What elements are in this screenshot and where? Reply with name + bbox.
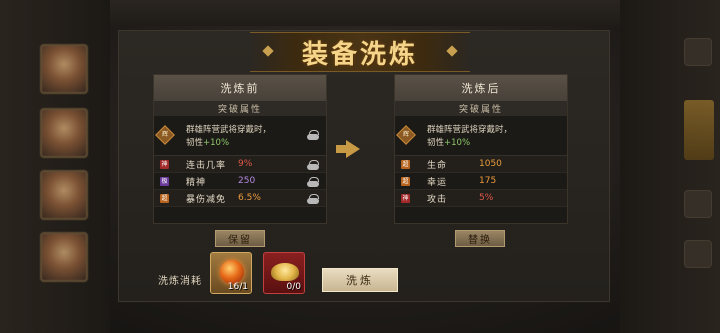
quality-badge-icon: 超 [401, 159, 410, 169]
skill-line: 韧性+10% [427, 138, 471, 148]
after-card: 洗炼后 突破属性 辉 群雄阵营武将穿戴时， 韧性+10% 超 生命 1050 超… [394, 74, 568, 224]
rank-badge-icon: 辉 [396, 125, 416, 145]
arrow-right-icon [346, 140, 360, 158]
skill-line: 群雄阵营武将穿戴时， [427, 125, 513, 135]
page-title: 装备洗炼 [301, 39, 418, 70]
lock-icon[interactable] [306, 160, 320, 170]
side-menu-icon[interactable] [684, 240, 712, 268]
attribute-name: 精神 [186, 177, 207, 188]
quality-badge-icon: 神 [160, 159, 169, 169]
side-menu-icon[interactable] [684, 100, 714, 160]
attribute-row: 极 精神 250 [154, 173, 326, 190]
attribute-value: 9% [238, 159, 253, 169]
diamond-ornament-icon [262, 45, 274, 57]
attribute-row: 超 暴伤减免 6.5% [154, 190, 326, 207]
quality-badge-icon: 超 [401, 176, 410, 186]
quality-badge-icon: 神 [401, 193, 410, 203]
attribute-row: 神 连击几率 9% [154, 156, 326, 173]
attribute-value: 250 [238, 176, 256, 186]
attribute-value: 6.5% [238, 193, 261, 203]
attribute-name: 攻击 [427, 194, 448, 205]
hero-portrait[interactable] [40, 44, 88, 94]
before-card: 洗炼前 突破属性 辉 群雄阵营武将穿戴时， 韧性+10% 神 连击几率 9% 极… [153, 74, 327, 224]
attribute-row: 超 幸运 175 [395, 173, 567, 190]
attribute-value: 1050 [479, 159, 502, 169]
card-subheader: 突破属性 [395, 101, 567, 116]
attribute-name: 幸运 [427, 177, 448, 188]
diamond-ornament-icon [446, 45, 458, 57]
refine-button[interactable]: 洗炼 [322, 268, 398, 292]
attribute-list: 超 生命 1050 超 幸运 175 神 攻击 5% [395, 156, 567, 207]
side-menu-icon[interactable] [684, 38, 712, 66]
replace-button[interactable]: 替换 [455, 230, 505, 247]
lock-icon[interactable] [306, 130, 320, 140]
skill-line: 群雄阵营武将穿戴时， [186, 125, 272, 135]
card-subheader: 突破属性 [154, 101, 326, 116]
skill-description: 群雄阵营武将穿戴时， 韧性+10% [186, 124, 271, 150]
rank-badge-icon: 辉 [155, 125, 175, 145]
skill-row: 辉 群雄阵营武将穿戴时， 韧性+10% [395, 116, 567, 156]
item-count: 0/0 [286, 282, 301, 292]
attribute-row: 超 生命 1050 [395, 156, 567, 173]
card-header: 洗炼后 [395, 75, 567, 101]
card-header: 洗炼前 [154, 75, 326, 101]
gold-ingot-icon [271, 263, 299, 281]
attribute-value: 5% [479, 193, 494, 203]
hero-portrait[interactable] [40, 170, 88, 220]
attribute-list: 神 连击几率 9% 极 精神 250 超 暴伤减免 6.5% [154, 156, 326, 207]
skill-description: 群雄阵营武将穿戴时， 韧性+10% [427, 124, 512, 150]
item-count: 16/1 [227, 282, 248, 292]
hero-portrait[interactable] [40, 108, 88, 158]
attribute-value: 175 [479, 176, 497, 186]
hero-portrait[interactable] [40, 232, 88, 282]
cost-item-slot[interactable]: 16/1 [210, 252, 252, 294]
attribute-name: 暴伤减免 [186, 194, 227, 205]
attribute-name: 连击几率 [186, 160, 227, 171]
fire-orb-icon [220, 260, 244, 284]
lock-icon[interactable] [306, 194, 320, 204]
quality-badge-icon: 超 [160, 193, 169, 203]
keep-button[interactable]: 保留 [215, 230, 265, 247]
skill-line: 韧性+10% [186, 138, 230, 148]
lock-icon[interactable] [306, 177, 320, 187]
skill-row: 辉 群雄阵营武将穿戴时， 韧性+10% [154, 116, 326, 156]
cost-label: 洗炼消耗 [158, 276, 202, 287]
title-banner: 装备洗炼 [250, 32, 470, 72]
quality-badge-icon: 极 [160, 176, 169, 186]
attribute-row: 神 攻击 5% [395, 190, 567, 207]
side-menu-icon[interactable] [684, 190, 712, 218]
cost-item-slot[interactable]: 0/0 [263, 252, 305, 294]
attribute-name: 生命 [427, 160, 448, 171]
